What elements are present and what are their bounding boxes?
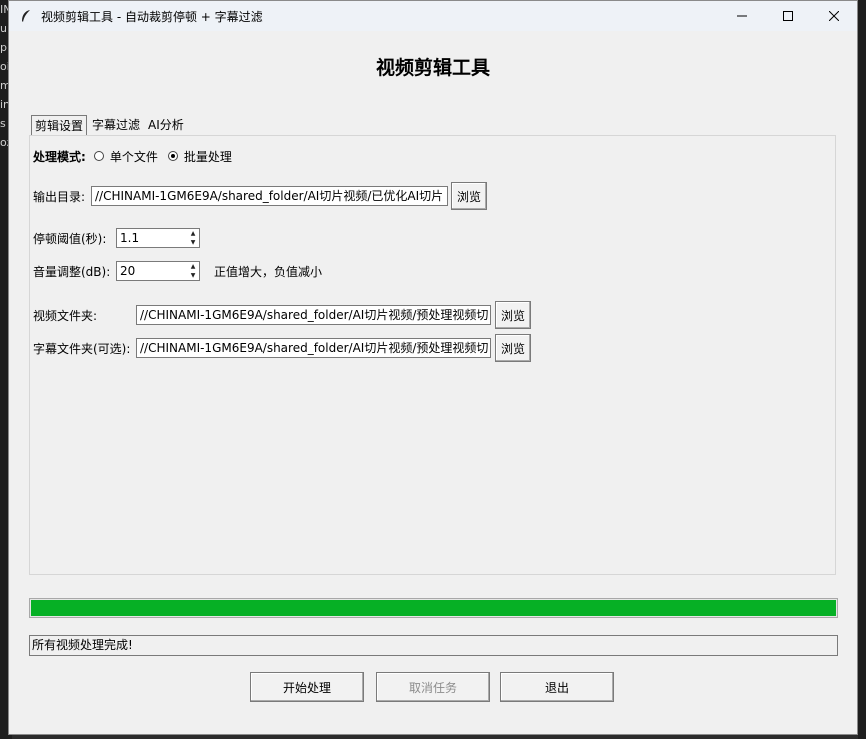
app-window: 视频剪辑工具 - 自动裁剪停顿 + 字幕过滤 视频剪辑工具 剪辑设置 字幕过滤 … xyxy=(8,0,858,735)
progress-bar xyxy=(29,598,838,618)
close-button[interactable] xyxy=(811,1,857,31)
volume-label: 音量调整(dB): xyxy=(33,264,111,279)
radio-batch[interactable]: 批量处理 xyxy=(167,148,232,165)
radio-single-file-label: 单个文件 xyxy=(109,149,158,164)
radio-single-file[interactable]: 单个文件 xyxy=(93,148,158,165)
feather-icon xyxy=(19,9,33,23)
start-button[interactable]: 开始处理 xyxy=(250,672,364,702)
video-folder-row: 视频文件夹: //CHINAMI-1GM6E9A/shared_folder/A… xyxy=(33,301,531,329)
volume-row: 音量调整(dB): 20 ▲ ▼ 正值增大，负值减小 xyxy=(33,261,322,281)
title-bar[interactable]: 视频剪辑工具 - 自动裁剪停顿 + 字幕过滤 xyxy=(9,1,857,31)
volume-value: 20 xyxy=(120,264,136,278)
subtitle-folder-browse-button[interactable]: 浏览 xyxy=(495,334,531,362)
subtitle-folder-row: 字幕文件夹(可选): //CHINAMI-1GM6E9A/shared_fold… xyxy=(33,334,531,362)
tab-edit-settings[interactable]: 剪辑设置 xyxy=(31,115,88,136)
exit-button[interactable]: 退出 xyxy=(500,672,614,702)
progress-fill xyxy=(31,600,836,616)
page-title: 视频剪辑工具 xyxy=(375,57,490,79)
mode-row: 处理模式: 单个文件 批量处理 xyxy=(33,147,240,165)
minimize-button[interactable] xyxy=(719,1,765,31)
pause-threshold-spinbox[interactable]: 1.1 ▲ ▼ xyxy=(116,228,200,248)
output-dir-input[interactable]: //CHINAMI-1GM6E9A/shared_folder/AI切片视频/已… xyxy=(91,186,448,206)
tab-bar: 剪辑设置 字幕过滤 AI分析 xyxy=(31,115,189,136)
volume-spinbox[interactable]: 20 ▲ ▼ xyxy=(116,261,200,281)
output-row: 输出目录: //CHINAMI-1GM6E9A/shared_folder/AI… xyxy=(33,182,487,210)
maximize-button[interactable] xyxy=(765,1,811,31)
window-title: 视频剪辑工具 - 自动裁剪停顿 + 字幕过滤 xyxy=(41,9,263,24)
background-editor-strip-right xyxy=(858,0,866,739)
radio-circle[interactable] xyxy=(93,151,104,161)
radio-circle-selected[interactable] xyxy=(167,151,178,161)
tab-subtitle-filter[interactable]: 字幕过滤 xyxy=(89,115,143,136)
volume-hint: 正值增大，负值减小 xyxy=(214,264,323,279)
pause-row: 停顿阈值(秒): 1.1 ▲ ▼ xyxy=(33,228,200,248)
subtitle-folder-input[interactable]: //CHINAMI-1GM6E9A/shared_folder/AI切片视频/预… xyxy=(136,338,491,358)
radio-batch-label: 批量处理 xyxy=(183,149,232,164)
output-browse-button[interactable]: 浏览 xyxy=(451,182,487,210)
mode-label: 处理模式: xyxy=(33,149,86,164)
status-bar: 所有视频处理完成! xyxy=(29,635,838,656)
output-label: 输出目录: xyxy=(33,189,86,204)
video-folder-input[interactable]: //CHINAMI-1GM6E9A/shared_folder/AI切片视频/预… xyxy=(136,305,491,325)
pause-label: 停顿阈值(秒): xyxy=(33,231,107,246)
pause-value: 1.1 xyxy=(120,231,140,245)
spin-arrows-icon[interactable]: ▲ ▼ xyxy=(187,262,199,280)
subtitle-folder-label: 字幕文件夹(可选): xyxy=(33,341,131,356)
video-folder-browse-button[interactable]: 浏览 xyxy=(495,301,531,329)
cancel-button[interactable]: 取消任务 xyxy=(376,672,490,702)
video-folder-label: 视频文件夹: xyxy=(33,308,98,323)
tab-ai-analysis[interactable]: AI分析 xyxy=(145,115,187,136)
spin-arrows-icon[interactable]: ▲ ▼ xyxy=(187,229,199,247)
